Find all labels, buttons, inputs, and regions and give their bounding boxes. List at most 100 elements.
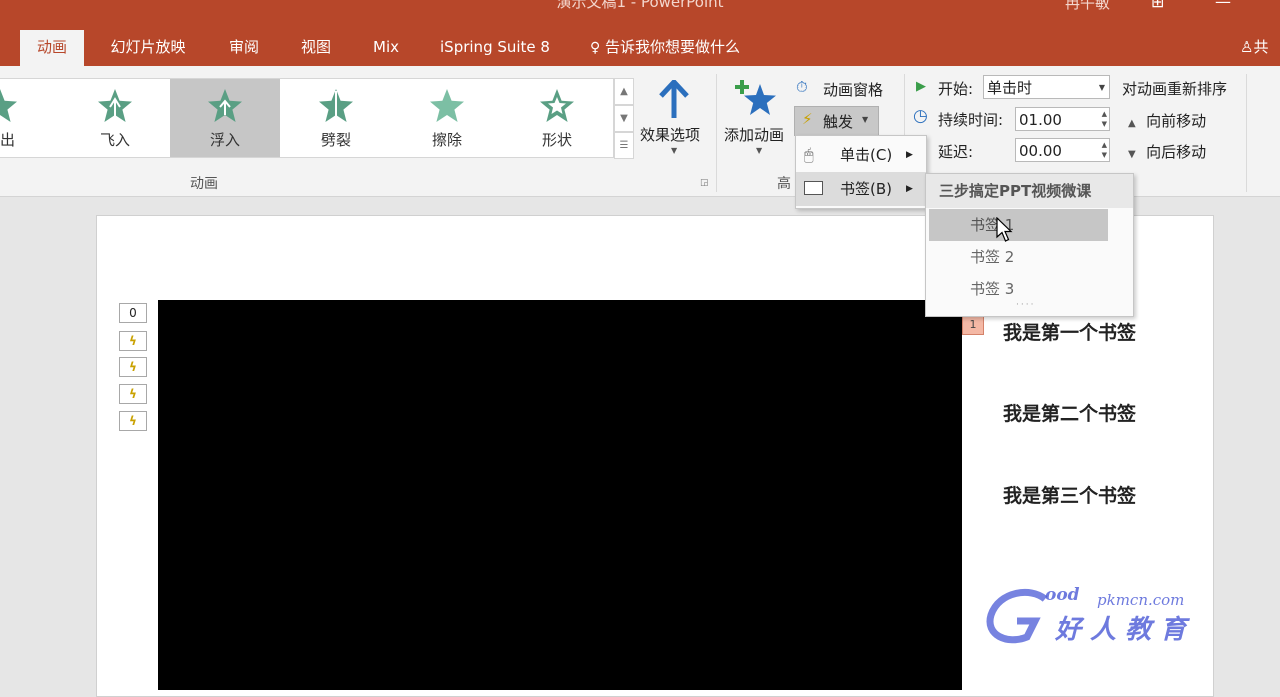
trigger-label: 触发 bbox=[823, 113, 854, 131]
person-icon: ♙ bbox=[1240, 38, 1254, 56]
triangle-down-icon: ▼ bbox=[1128, 149, 1136, 160]
move-later-label: 向后移动 bbox=[1146, 143, 1207, 161]
lightning-icon: ϟ bbox=[129, 334, 137, 348]
gallery-item-fade[interactable]: 淡出 bbox=[0, 79, 55, 157]
shape-animation-tag[interactable]: 1 bbox=[962, 316, 984, 335]
ribbon-display-options-icon[interactable]: ⊞ bbox=[1151, 0, 1164, 11]
reorder-title: 对动画重新排序 bbox=[1122, 80, 1228, 98]
chevron-right-icon: ▶ bbox=[906, 184, 913, 194]
add-star-icon bbox=[735, 80, 776, 115]
watermark-site: pkmcn.com bbox=[1097, 591, 1185, 609]
triangle-up-icon: ▲ bbox=[1128, 118, 1136, 129]
trigger-tag[interactable]: ϟ bbox=[119, 384, 147, 404]
add-animation-label: 添加动画 bbox=[724, 126, 785, 144]
group-label-animation: 动画 bbox=[190, 176, 218, 192]
animation-pane-label: 动画窗格 bbox=[823, 81, 884, 99]
trigger-tag[interactable]: ϟ bbox=[119, 411, 147, 431]
menu-item-on-click[interactable]: 🖱 单击(C) ▶ bbox=[796, 138, 926, 172]
duration-label: 持续时间: bbox=[938, 111, 1004, 129]
dialog-launcher-icon[interactable]: ◲ bbox=[700, 178, 709, 188]
share-button[interactable]: ♙共 bbox=[1240, 30, 1280, 66]
tell-me-label: 告诉我你想要做什么 bbox=[605, 38, 741, 56]
animation-gallery: 淡出 飞入 浮入 劈裂 擦除 形状 bbox=[0, 78, 614, 158]
ribbon-separator bbox=[716, 74, 717, 192]
gallery-item-label: 飞入 bbox=[99, 131, 130, 149]
tab-view[interactable]: 视图 bbox=[288, 30, 344, 66]
menu-item-label: 单击(C) bbox=[840, 146, 893, 164]
start-label: 开始: bbox=[938, 80, 974, 98]
video-object[interactable] bbox=[158, 300, 962, 690]
gallery-item-shape[interactable]: 形状 bbox=[502, 79, 612, 157]
lightning-icon: ⚡ bbox=[802, 110, 813, 128]
star-icon bbox=[98, 89, 132, 122]
gallery-scroll-up-button[interactable]: ▲ bbox=[614, 78, 634, 105]
gallery-item-float-in[interactable]: 浮入 bbox=[170, 79, 280, 157]
menu-item-bookmark[interactable]: 书签(B) ▶ bbox=[796, 172, 926, 206]
move-earlier-button[interactable]: ▲ 向前移动 bbox=[1128, 110, 1238, 130]
gallery-item-split[interactable]: 劈裂 bbox=[281, 79, 391, 157]
bookmark-text-1[interactable]: 我是第一个书签 bbox=[1003, 318, 1136, 345]
tell-me-search[interactable]: ♀ 告诉我你想要做什么 bbox=[590, 30, 765, 66]
move-later-button[interactable]: ▼ 向后移动 bbox=[1128, 141, 1238, 161]
star-icon bbox=[430, 89, 464, 122]
animation-order-tag[interactable]: 0 bbox=[119, 303, 147, 323]
gallery-more-button[interactable]: ☰ bbox=[614, 132, 634, 159]
spin-down-icon[interactable]: ▼ bbox=[1102, 151, 1107, 159]
tab-mix[interactable]: Mix bbox=[360, 30, 412, 66]
gallery-item-label: 淡出 bbox=[0, 131, 15, 149]
gallery-item-wipe[interactable]: 擦除 bbox=[392, 79, 502, 157]
play-icon: ▶ bbox=[916, 79, 926, 94]
gallery-item-label: 浮入 bbox=[209, 131, 240, 149]
effect-options-button[interactable]: 效果选项 ▼ bbox=[637, 76, 713, 171]
start-select[interactable]: 单击时 ▼ bbox=[983, 75, 1110, 99]
bookmark-text-2[interactable]: 我是第二个书签 bbox=[1003, 399, 1136, 426]
lightning-icon: ϟ bbox=[129, 414, 137, 428]
delay-value: 00.00 bbox=[1019, 142, 1062, 160]
watermark-chinese: 好 人 教 育 bbox=[1055, 615, 1187, 645]
trigger-button[interactable]: ⚡ 触发 ▼ bbox=[794, 106, 879, 136]
animation-pane-icon: ⏱ bbox=[796, 78, 808, 96]
up-arrow-icon bbox=[659, 80, 689, 118]
lightning-icon: ϟ bbox=[129, 387, 137, 401]
tab-animations[interactable]: 动画 bbox=[20, 30, 84, 66]
bookmark-submenu: 三步搞定PPT视频微课 书签 1 书签 2 书签 3 ···· bbox=[925, 173, 1134, 317]
gallery-scroll-down-button[interactable]: ▼ bbox=[614, 105, 634, 132]
gallery-item-label: 劈裂 bbox=[320, 131, 351, 149]
tab-ispring[interactable]: iSpring Suite 8 bbox=[428, 30, 562, 66]
submenu-header: 三步搞定PPT视频微课 bbox=[926, 174, 1133, 208]
spin-up-icon[interactable]: ▲ bbox=[1102, 110, 1107, 118]
share-label: 共 bbox=[1253, 38, 1269, 56]
tab-slideshow[interactable]: 幻灯片放映 bbox=[96, 30, 200, 66]
trigger-tag[interactable]: ϟ bbox=[119, 331, 147, 351]
mouse-icon: 🖱 bbox=[804, 145, 814, 164]
menu-item-label: 书签(B) bbox=[840, 180, 892, 198]
bookmark-item-1[interactable]: 书签 1 bbox=[929, 209, 1108, 241]
more-grip-icon: ···· bbox=[1016, 300, 1036, 310]
bookmark-item-2[interactable]: 书签 2 bbox=[929, 241, 1109, 273]
trigger-tag[interactable]: ϟ bbox=[119, 357, 147, 377]
spin-down-icon[interactable]: ▼ bbox=[1102, 120, 1107, 128]
bookmark-icon bbox=[804, 181, 823, 195]
delay-input[interactable]: 00.00 ▲ ▼ bbox=[1015, 138, 1110, 162]
gallery-item-label: 擦除 bbox=[431, 131, 462, 149]
bookmark-text-3[interactable]: 我是第三个书签 bbox=[1003, 481, 1136, 508]
star-icon bbox=[208, 89, 242, 122]
user-name[interactable]: 冉午敏 bbox=[1065, 0, 1110, 13]
chevron-down-icon: ▼ bbox=[671, 146, 678, 155]
minimize-icon[interactable]: — bbox=[1215, 0, 1231, 11]
chevron-down-icon: ▼ bbox=[756, 146, 763, 155]
chevron-right-icon: ▶ bbox=[906, 150, 913, 160]
start-value: 单击时 bbox=[987, 79, 1033, 97]
duration-input[interactable]: 01.00 ▲ ▼ bbox=[1015, 107, 1110, 131]
trigger-menu: 🖱 单击(C) ▶ 书签(B) ▶ bbox=[795, 135, 927, 209]
group-label-advanced: 高 bbox=[777, 176, 791, 192]
add-animation-button[interactable]: 添加动画 ▼ bbox=[722, 76, 792, 171]
clock-icon: ◷ bbox=[913, 106, 928, 126]
ribbon-separator bbox=[1246, 74, 1247, 192]
spin-up-icon[interactable]: ▲ bbox=[1102, 141, 1107, 149]
tab-review[interactable]: 审阅 bbox=[216, 30, 272, 66]
animation-pane-button[interactable]: ⏱ 动画窗格 bbox=[796, 78, 896, 100]
watermark-brand: ood bbox=[1045, 585, 1080, 605]
duration-value: 01.00 bbox=[1019, 111, 1062, 129]
gallery-item-fly-in[interactable]: 飞入 bbox=[60, 79, 170, 157]
